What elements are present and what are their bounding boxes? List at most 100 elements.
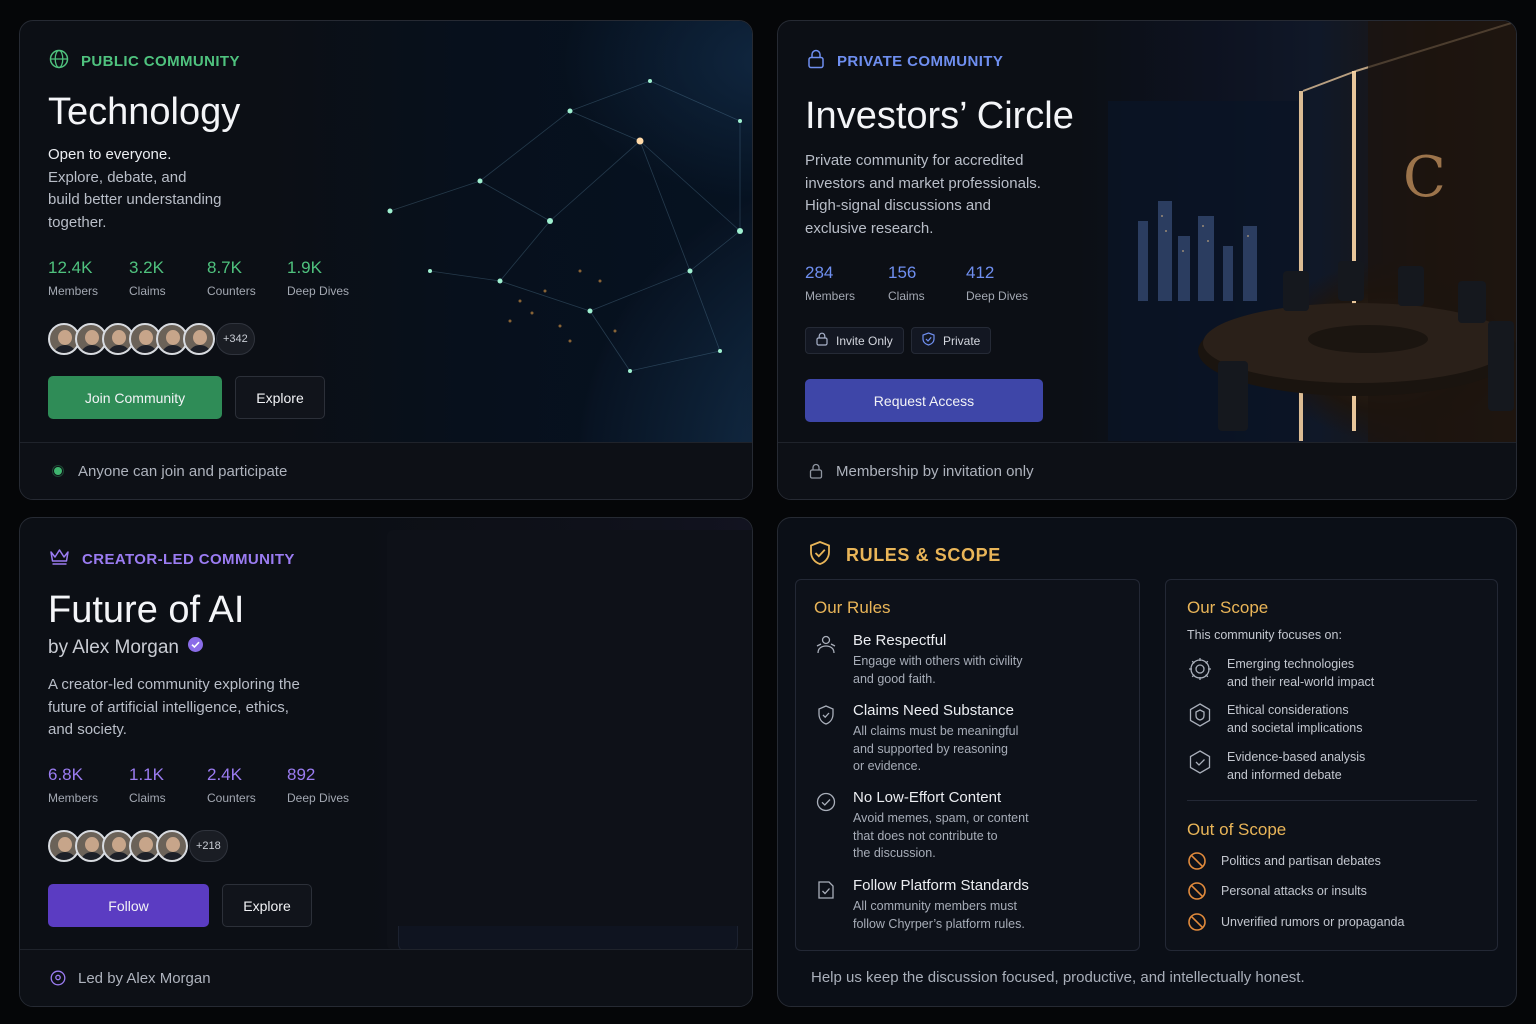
network-globe-illustration <box>387 79 743 373</box>
future-of-ai-community-card: CREATOR-LED COMMUNITY Future of AI by Al… <box>19 517 753 1007</box>
prohibited-icon <box>1187 881 1207 901</box>
kicker-label: PUBLIC COMMUNITY <box>81 52 240 70</box>
public-community-kicker: PUBLIC COMMUNITY <box>49 49 240 73</box>
avatars-more-count: +218 <box>189 830 228 862</box>
description-line: future of artificial intelligence, ethic… <box>48 698 289 716</box>
description-line: together. <box>48 213 107 231</box>
location-pin-icon <box>50 970 66 986</box>
avatar <box>183 323 215 355</box>
stat-claims: 156 Claims <box>888 263 925 303</box>
community-title: Future of AI <box>48 589 245 631</box>
explore-button[interactable]: Explore <box>235 376 325 419</box>
out-of-scope-item: Politics and partisan debates <box>1187 851 1381 871</box>
shield-check-icon <box>808 540 832 571</box>
description-line: investors and market professionals. <box>805 174 1041 192</box>
explore-button[interactable]: Explore <box>222 884 312 927</box>
footer-text: Led by Alex Morgan <box>78 969 211 987</box>
out-of-scope-item: Personal attacks or insults <box>1187 881 1367 901</box>
stat-members: 6.8K Members <box>48 765 99 805</box>
shield-icon <box>922 332 935 349</box>
member-avatars[interactable]: +218 <box>48 830 228 862</box>
creator-led-kicker: CREATOR-LED COMMUNITY <box>49 548 295 570</box>
gear-icon <box>1187 656 1213 682</box>
technology-community-card: PUBLIC COMMUNITY Technology Open to ever… <box>19 20 753 500</box>
boardroom-hero-image: C <box>1078 21 1516 443</box>
community-stats: 284 Members 156 Claims 412 Deep Dives <box>805 263 1028 303</box>
status-dot-icon <box>50 463 66 479</box>
community-stats: 12.4K Members 3.2K Claims 8.7K Counters 1.9… <box>48 258 349 298</box>
shield-check-icon <box>1187 749 1213 775</box>
rules-heading: RULES & SCOPE <box>808 540 1001 571</box>
lock-icon <box>807 49 825 73</box>
stat-members: 284 Members <box>805 263 856 303</box>
scope-item: Emerging technologies and their real-worl… <box>1187 656 1374 691</box>
out-of-scope-title: Out of Scope <box>1187 820 1287 839</box>
card-body: PUBLIC COMMUNITY Technology Open to ever… <box>20 21 752 443</box>
community-title: Investors’ Circle <box>805 95 1074 137</box>
stat-counters: 8.7K Counters <box>207 258 256 298</box>
verified-badge-icon <box>187 636 204 659</box>
our-rules-title: Our Rules <box>814 598 891 617</box>
community-stats: 6.8K Members 1.1K Claims 2.4K Counters 892 D… <box>48 765 349 805</box>
earth-hero-image <box>270 21 752 443</box>
description-line: A creator-led community exploring the <box>48 676 300 693</box>
out-of-scope-item: Unverified rumors or propaganda <box>1187 912 1404 932</box>
community-description: A creator-led community exploring the fu… <box>48 674 300 742</box>
document-check-icon <box>814 878 838 902</box>
member-avatars[interactable]: +342 <box>48 323 255 355</box>
description-line: build better understanding <box>48 191 222 208</box>
kicker-label: CREATOR-LED COMMUNITY <box>82 550 295 568</box>
lock-icon <box>816 332 828 349</box>
footer-text: Anyone can join and participate <box>78 462 288 480</box>
kicker-label: PRIVATE COMMUNITY <box>837 52 1004 70</box>
stat-deep-dives: 412 Deep Dives <box>966 263 1029 303</box>
our-scope-panel: Our Scope This community focuses on: Eme… <box>1165 579 1498 951</box>
stat-claims: 3.2K Claims <box>129 258 166 298</box>
description-line: High-signal discussions and <box>805 197 991 214</box>
follow-button[interactable]: Follow <box>48 884 209 927</box>
private-community-kicker: PRIVATE COMMUNITY <box>807 49 1003 73</box>
rules-footer-text: Help us keep the discussion focused, pro… <box>811 969 1305 986</box>
community-title: Technology <box>48 91 241 133</box>
card-body: C PRIVATE COMMUNITY Investors’ Circle Pr… <box>778 21 1516 443</box>
description-lead: Open to everyone. <box>48 146 172 163</box>
stat-counters: 2.4K Counters <box>207 765 256 805</box>
shield-icon <box>814 703 838 727</box>
card-footer: Membership by invitation only <box>778 442 1516 499</box>
rule-item: Claims Need Substance All claims must be… <box>814 702 1018 776</box>
stat-claims: 1.1K Claims <box>129 765 166 805</box>
avatar <box>156 830 188 862</box>
join-community-button[interactable]: Join Community <box>48 376 222 419</box>
our-rules-panel: Our Rules Be Respectful Engage with othe… <box>795 579 1140 951</box>
our-scope-title: Our Scope <box>1187 598 1269 617</box>
rule-item: No Low-Effort Content Avoid memes, spam,… <box>814 789 1029 863</box>
globe-icon <box>49 49 69 73</box>
avatars-more-count: +342 <box>216 323 255 355</box>
stat-deep-dives: 1.9K Deep Dives <box>287 258 350 298</box>
description-line: and society. <box>48 721 127 738</box>
creator-name: by Alex Morgan <box>48 636 179 658</box>
card-footer: Anyone can join and participate <box>20 442 752 499</box>
community-description: Open to everyone. Explore, debate, and b… <box>48 144 221 234</box>
stat-members: 12.4K Members <box>48 258 99 298</box>
card-footer: Led by Alex Morgan <box>20 949 752 1006</box>
boardroom-illustration: C <box>1108 21 1516 443</box>
handshake-icon <box>814 633 838 657</box>
private-tag: Private <box>911 327 992 354</box>
footer-text: Membership by invitation only <box>836 462 1034 480</box>
request-access-button[interactable]: Request Access <box>805 379 1043 422</box>
creator-byline[interactable]: by Alex Morgan <box>48 636 204 659</box>
scope-intro: This community focuses on: <box>1187 628 1342 642</box>
card-body: CREATOR-LED COMMUNITY Future of AI by Al… <box>20 518 752 952</box>
stat-deep-dives: 892 Deep Dives <box>287 765 350 805</box>
svg-text:C: C <box>1403 145 1446 210</box>
divider <box>1187 800 1477 801</box>
description-line: exclusive research. <box>805 219 934 237</box>
lock-icon <box>808 463 824 479</box>
invite-only-tag: Invite Only <box>805 327 904 354</box>
community-description: Private community for accredited investo… <box>805 150 1041 240</box>
prohibited-icon <box>1187 851 1207 871</box>
scope-item: Evidence-based analysis and informed deba… <box>1187 749 1365 784</box>
investors-community-card: C PRIVATE COMMUNITY Investors’ Circle Pr… <box>777 20 1517 500</box>
rule-item: Follow Platform Standards All community … <box>814 877 1029 933</box>
